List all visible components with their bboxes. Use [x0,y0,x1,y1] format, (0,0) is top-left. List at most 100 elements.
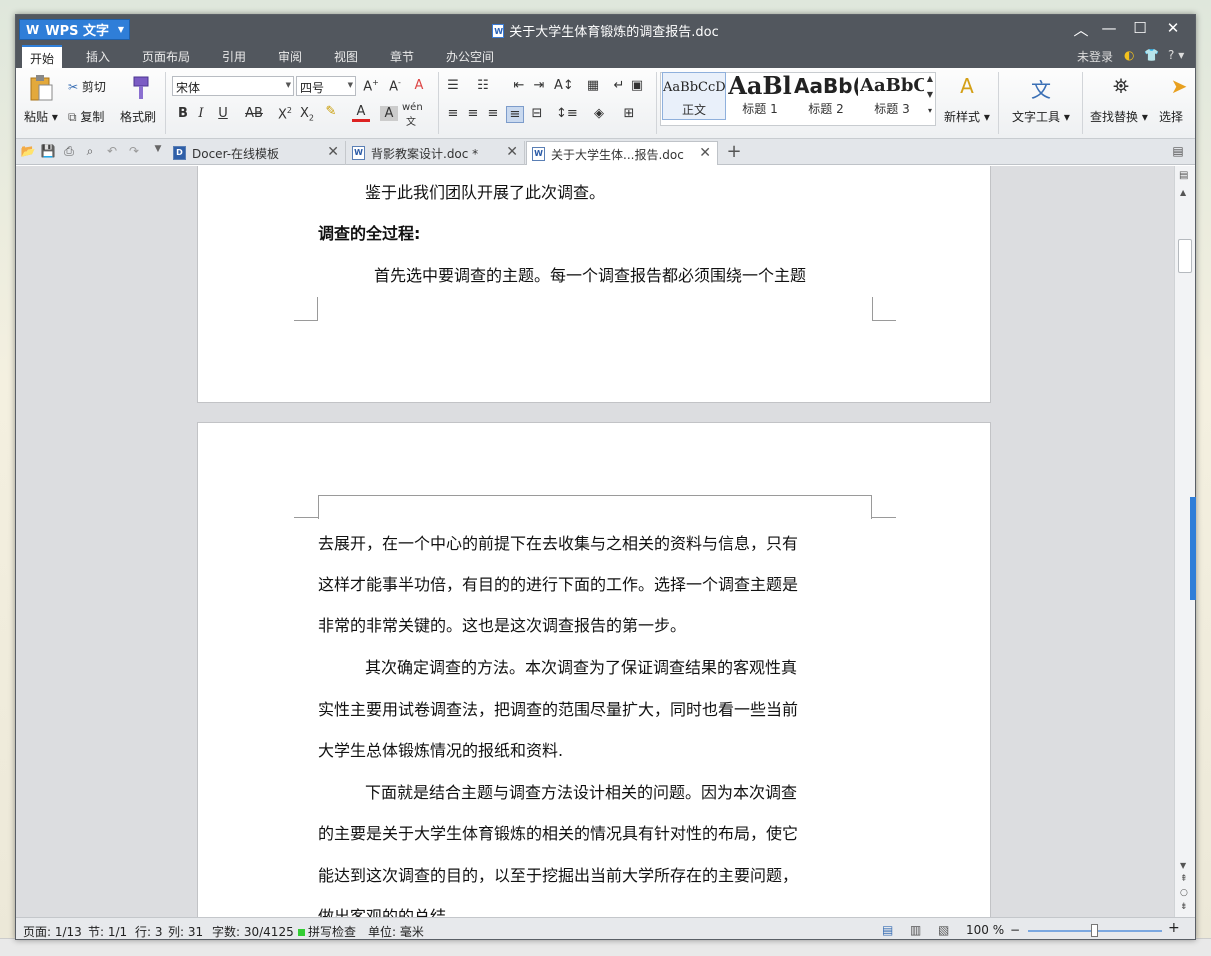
page-view-icon[interactable]: ▤ [882,923,893,937]
scroll-down-icon[interactable]: ▼ [1180,861,1186,870]
show-hide-icon[interactable]: ▣ [628,78,646,93]
close-button[interactable]: ✕ [1159,19,1187,37]
strikethrough-icon[interactable]: AB [242,106,266,121]
text-tools-icon[interactable]: 文 [1028,74,1054,102]
undo-icon[interactable]: ↶ [104,144,120,160]
split-view-icon[interactable]: ▤ [1179,170,1188,181]
paste-icon[interactable] [28,74,54,102]
distribute-icon[interactable]: ⊟ [528,106,546,121]
shading-icon[interactable]: ◈ [590,106,608,121]
format-painter-button[interactable]: 格式刷 [120,108,156,125]
menu-references[interactable]: 引用 [222,48,246,65]
cut-button[interactable]: ✂ 剪切 [68,78,106,95]
maximize-button[interactable]: ☐ [1126,19,1154,37]
styles-scroll-up-icon[interactable]: ▲ [924,74,936,83]
decrease-indent-icon[interactable]: ⇤ [510,78,528,93]
menu-office-space[interactable]: 办公空间 [446,48,494,65]
header-area[interactable] [318,495,872,519]
tab-docer-templates[interactable]: D Docer-在线模板 ✕ [168,141,346,165]
numbered-list-icon[interactable]: ☷ [474,78,492,93]
find-replace-button[interactable]: 查找替换 ▾ [1090,108,1148,125]
italic-icon[interactable]: I [192,106,210,121]
menu-review[interactable]: 审阅 [278,48,302,65]
select-button[interactable]: 选择 [1159,108,1183,125]
style-heading-3[interactable]: AaBbC 标题 3 [860,72,924,120]
align-right-icon[interactable]: ≡ [484,106,502,121]
new-tab-icon[interactable]: + [724,141,744,162]
font-size-select[interactable]: 四号 ▼ [296,76,356,96]
underline-icon[interactable]: U [214,106,232,121]
zoom-out-icon[interactable]: − [1010,923,1020,937]
highlight-icon[interactable]: ✎ [322,104,340,119]
text-direction-icon[interactable]: A↕ [554,78,574,93]
ribbon-collapse-button[interactable]: ︿ [1067,19,1095,40]
document-workspace[interactable]: 鉴于此我们团队开展了此次调查。 调查的全过程: 首先选中要调查的主题。每一个调查… [16,166,1174,917]
document-page-2[interactable]: 去展开，在一个中心的前提下在去收集与之相关的资料与信息，只有 这样才能事半功倍，… [197,422,991,917]
table-icon[interactable]: ▦ [584,78,602,93]
shrink-font-icon[interactable]: A- [386,78,404,94]
binoculars-icon[interactable]: ⛯ [1108,74,1134,102]
align-center-icon[interactable]: ≡ [464,106,482,121]
minimize-button[interactable]: — [1095,19,1123,37]
clear-format-icon[interactable]: A [410,78,428,93]
paste-button[interactable]: 粘贴 ▾ [24,108,58,125]
scroll-up-icon[interactable]: ▲ [1180,188,1186,197]
styles-scroll-down-icon[interactable]: ▼ [924,90,936,99]
borders-icon[interactable]: ⊞ [620,106,638,121]
align-left-icon[interactable]: ≡ [444,106,462,121]
styles-more-icon[interactable]: ▾ [924,106,936,115]
menu-chapter[interactable]: 章节 [390,48,414,65]
tab-list-icon[interactable]: ▤ [1170,144,1186,160]
new-style-button[interactable]: 新样式 ▾ [944,108,990,125]
phonetic-guide-icon[interactable]: wén 文 [402,102,423,128]
print-icon[interactable]: ⎙ [61,144,77,160]
tab-active-document[interactable]: W 关于大学生体...报告.doc ✕ [526,141,718,165]
style-heading-1[interactable]: AaBl 标题 1 [728,72,792,120]
close-tab-icon[interactable]: ✕ [327,144,339,160]
tab-beiying-lesson[interactable]: W 背影教案设计.doc * ✕ [347,141,525,165]
menu-home[interactable]: 开始 [22,45,63,68]
text-tools-button[interactable]: 文字工具 ▾ [1012,108,1070,125]
menu-view[interactable]: 视图 [334,48,358,65]
word-count[interactable]: 字数: 30/4125 [212,923,294,939]
font-color-icon[interactable]: A [352,104,370,122]
zoom-level[interactable]: 100 % [966,923,1004,937]
grow-font-icon[interactable]: A+ [362,78,380,94]
redo-icon[interactable]: ↷ [126,144,142,160]
char-shading-icon[interactable]: A [380,106,398,121]
scrollbar-thumb[interactable] [1178,239,1192,273]
quick-access-dropdown-icon[interactable]: ▼ [150,144,166,160]
increase-indent-icon[interactable]: ⇥ [530,78,548,93]
subscript-icon[interactable]: X2 [298,106,316,123]
prev-page-icon[interactable]: ⇞ [1180,874,1188,884]
select-cursor-icon[interactable]: ➤ [1166,74,1192,102]
menu-page-layout[interactable]: 页面布局 [142,48,190,65]
justify-icon[interactable]: ≡ [506,106,524,123]
style-heading-2[interactable]: AaBb( 标题 2 [794,72,858,120]
skin-icon[interactable]: ◐ [1124,48,1134,62]
bullet-list-icon[interactable]: ☰ [444,78,462,93]
save-icon[interactable]: 💾 [40,144,56,160]
close-tab-icon[interactable]: ✕ [506,144,518,160]
copy-button[interactable]: ⧉ 复制 [68,108,104,125]
style-normal[interactable]: AaBbCcDc 正文 [662,72,726,120]
superscript-icon[interactable]: X2 [276,106,294,122]
outline-view-icon[interactable]: ▥ [910,923,921,937]
document-page-1[interactable]: 鉴于此我们团队开展了此次调查。 调查的全过程: 首先选中要调查的主题。每一个调查… [197,166,991,403]
side-panel-handle[interactable] [1190,497,1196,600]
print-preview-icon[interactable]: ⌕ [82,144,98,160]
page-indicator[interactable]: 页面: 1/13 [23,923,82,939]
shirt-icon[interactable]: 👕 [1144,48,1159,62]
spell-check-toggle[interactable]: 拼写检查 [298,923,356,939]
paragraph-mark-icon[interactable]: ↵ [610,78,628,93]
login-link[interactable]: 未登录 [1077,48,1113,65]
browse-object-icon[interactable]: ○ [1180,888,1188,898]
line-spacing-icon[interactable]: ↕≡ [556,106,578,121]
next-page-icon[interactable]: ⇟ [1180,902,1188,912]
web-view-icon[interactable]: ▧ [938,923,949,937]
zoom-in-icon[interactable]: + [1168,920,1180,936]
help-button[interactable]: ? ▾ [1168,48,1184,62]
format-painter-icon[interactable] [128,74,154,102]
zoom-slider-handle[interactable] [1091,924,1098,937]
menu-insert[interactable]: 插入 [86,48,110,65]
